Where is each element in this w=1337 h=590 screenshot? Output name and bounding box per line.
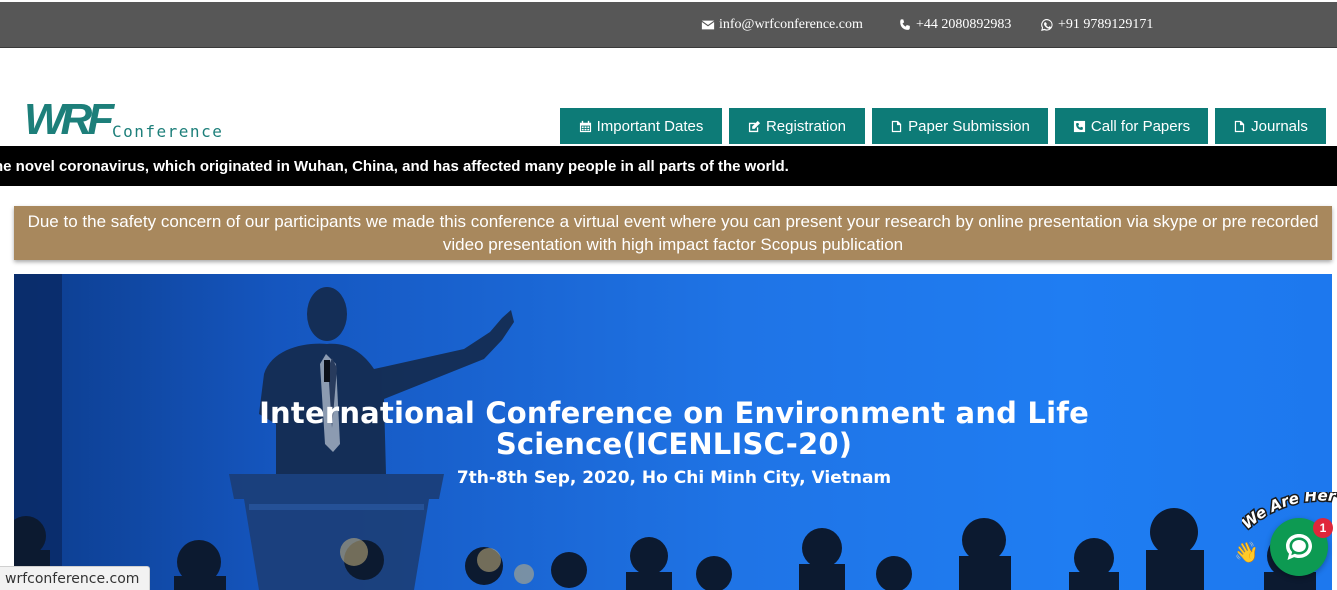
nav-label: Important Dates (596, 117, 704, 135)
whatsapp-icon (1041, 19, 1053, 31)
nav-call-for-papers-button[interactable]: Call for Papers (1055, 108, 1208, 144)
edit-icon (748, 120, 761, 132)
waving-hand-icon: 👋 (1234, 542, 1259, 564)
phone-text: +44 2080892983 (916, 17, 1012, 32)
news-ticker: ne novel coronavirus, which originated i… (0, 146, 1337, 186)
top-contact-bar: info@wrfconference.com +44 2080892983 +9… (0, 2, 1337, 48)
site-logo[interactable]: WRF Conference (24, 95, 254, 146)
logo-wordmark: Conference (112, 122, 224, 141)
nav-registration-button[interactable]: Registration (729, 108, 865, 144)
site-header: WRF Conference Important Dates Registrat… (0, 48, 1337, 146)
email-text: info@wrfconference.com (719, 17, 863, 32)
conference-title: International Conference on Environment … (259, 396, 1089, 461)
nav-label: Paper Submission (908, 117, 1030, 135)
file-icon (891, 120, 902, 132)
hero-banner: International Conference on Environment … (14, 274, 1332, 590)
chat-notification-badge: 1 (1313, 518, 1333, 538)
notice-text: Due to the safety concern of our partici… (27, 212, 1319, 254)
phone-icon (900, 19, 910, 30)
nav-paper-submission-button[interactable]: Paper Submission (872, 108, 1048, 144)
nav-label: Call for Papers (1090, 117, 1191, 135)
virtual-event-notice: Due to the safety concern of our partici… (14, 206, 1332, 260)
nav-journals-button[interactable]: Journals (1215, 108, 1326, 144)
email-contact[interactable]: info@wrfconference.com (701, 17, 863, 33)
nav-label: Registration (765, 117, 847, 135)
phone-square-icon (1073, 120, 1085, 132)
file-icon (1234, 120, 1245, 132)
status-url: wrfconference.com (0, 566, 151, 590)
chat-bubble-icon (1286, 534, 1312, 560)
nav-label: Journals (1251, 117, 1308, 135)
ticker-text: ne novel coronavirus, which originated i… (0, 158, 789, 175)
whatsapp-text: +91 9789129171 (1058, 17, 1154, 32)
whatsapp-contact[interactable]: +91 9789129171 (1040, 17, 1153, 33)
nav-important-dates-button[interactable]: Important Dates (560, 108, 722, 144)
conference-date-location: 7th-8th Sep, 2020, Ho Chi Minh City, Vie… (456, 468, 892, 488)
logo-mark: WRF (24, 95, 114, 144)
calendar-icon (579, 120, 591, 132)
phone-contact[interactable]: +44 2080892983 (898, 17, 1011, 33)
envelope-icon (701, 20, 715, 30)
